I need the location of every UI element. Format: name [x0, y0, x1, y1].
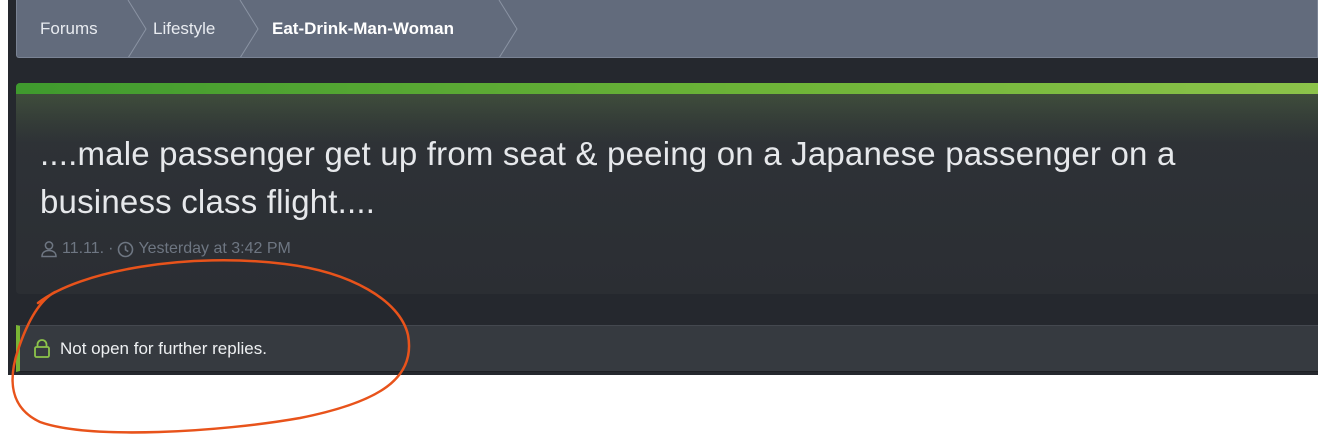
lock-icon [34, 339, 50, 358]
notice-text: Not open for further replies. [60, 338, 267, 358]
header-accent-bar [16, 83, 1318, 94]
breadcrumb-item-eat-drink-man-woman[interactable]: Eat-Drink-Man-Woman [272, 0, 454, 57]
thread-meta: 11.11. · Yesterday at 3:42 PM [40, 237, 291, 261]
meta-separator: · [108, 240, 114, 257]
breadcrumb-separator [498, 0, 518, 57]
breadcrumb-item-lifestyle[interactable]: Lifestyle [153, 0, 215, 57]
breadcrumb-item-forums[interactable]: Forums [40, 0, 98, 57]
thread-author-link[interactable]: 11.11. [62, 240, 104, 258]
thread-date-link[interactable]: Yesterday at 3:42 PM [138, 240, 290, 258]
thread-title-line-2: business class flight.... [40, 183, 376, 220]
thread-title-line-1: ....male passenger get up from seat & pe… [40, 135, 1176, 172]
clock-icon [118, 241, 134, 257]
user-icon [41, 241, 57, 258]
thread-title: ....male passenger get up from seat & pe… [40, 130, 1300, 226]
thread-locked-notice: Not open for further replies. [16, 325, 1318, 372]
breadcrumb: Forums Lifestyle Eat-Drink-Man-Woman [16, 0, 1318, 58]
breadcrumb-separator [127, 0, 147, 57]
breadcrumb-separator [239, 0, 259, 57]
